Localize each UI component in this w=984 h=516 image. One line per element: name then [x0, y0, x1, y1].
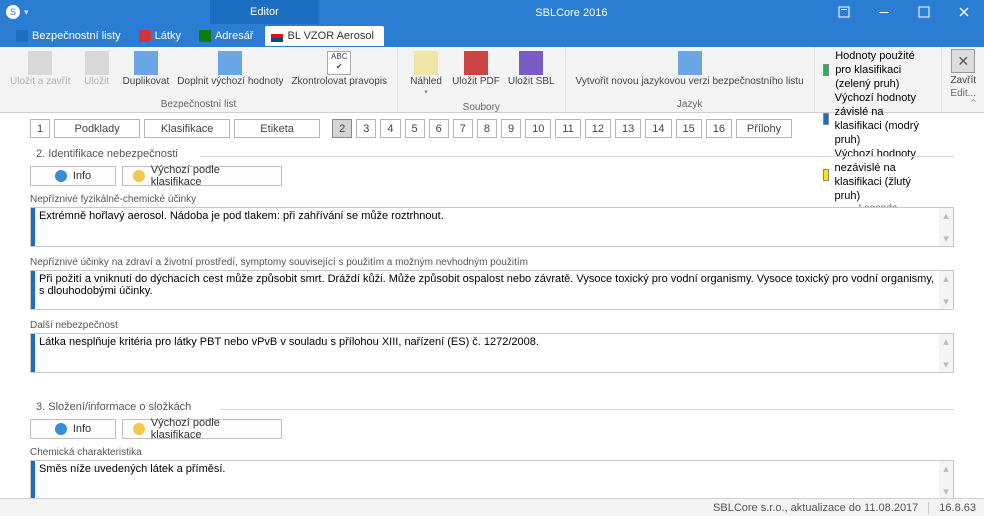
window-help-button[interactable] — [824, 0, 864, 24]
save-icon — [85, 51, 109, 75]
nav-page-9[interactable]: 9 — [501, 119, 521, 138]
subtab-latky[interactable]: Látky — [133, 26, 191, 46]
status-bar: SBLCore s.r.o., aktualizace do 11.08.201… — [0, 498, 984, 516]
subtab-bl-vzor-aerosol[interactable]: BL VZOR Aerosol — [265, 26, 383, 46]
field-health-env-input[interactable] — [35, 271, 939, 309]
field-chem-char: Chemická charakteristika ▴▾ — [30, 447, 954, 498]
app-title: SBLCore 2016 — [319, 5, 824, 19]
section-2-heading: 2. Identifikace nebezpečnosti — [30, 148, 954, 160]
nav-page-13[interactable]: 13 — [615, 119, 641, 138]
legend-text: Hodnoty použité pro klasifikaci (zelený … — [835, 49, 933, 91]
group-label-soubory: Soubory — [398, 102, 564, 115]
nav-page-8[interactable]: 8 — [477, 119, 497, 138]
app-icon: S — [6, 5, 20, 19]
legend-swatch-blue — [823, 113, 829, 125]
nav-page-14[interactable]: 14 — [645, 119, 671, 138]
group-label-jazyk: Jazyk — [566, 99, 814, 112]
status-text: SBLCore s.r.o., aktualizace do 11.08.201… — [713, 502, 918, 514]
fill-icon — [218, 51, 242, 75]
save-close-icon — [28, 51, 52, 75]
ribbon: Uložit a zavřít Uložit Duplikovat Doplni… — [0, 47, 984, 113]
field-health-env: Nepříznivé účinky na zdraví a životní pr… — [30, 257, 954, 310]
doc-icon — [139, 30, 151, 42]
scroll-icon[interactable]: ▴▾ — [939, 334, 953, 372]
group-label-bl: Bezpečnostní list — [0, 99, 397, 112]
save-button[interactable]: Uložit — [75, 49, 119, 89]
nav-page-10[interactable]: 10 — [525, 119, 551, 138]
nav-klasifikace[interactable]: Klasifikace — [144, 119, 230, 138]
status-version: 16.8.63 — [939, 502, 976, 514]
scroll-icon[interactable]: ▴▾ — [939, 208, 953, 246]
ribbon-collapse-icon[interactable]: ⌃ — [969, 97, 978, 110]
legend-swatch-green — [823, 64, 830, 76]
field-phys-chem: Nepříznivé fyzikálně-chemické účinky ▴▾ — [30, 194, 954, 247]
pdf-icon — [464, 51, 488, 75]
info-button-3[interactable]: Info — [30, 419, 116, 439]
new-language-button[interactable]: Vytvořit novou jazykovou verzi bezpečnos… — [572, 49, 808, 89]
field-label: Nepříznivé fyzikálně-chemické účinky — [30, 194, 954, 205]
nav-page-3[interactable]: 3 — [356, 119, 376, 138]
duplicate-button[interactable]: Duplikovat — [119, 49, 174, 89]
field-phys-chem-input[interactable] — [35, 208, 939, 246]
nav-page-4[interactable]: 4 — [380, 119, 400, 138]
nav-page-15[interactable]: 15 — [676, 119, 702, 138]
window-minimize-button[interactable] — [864, 0, 904, 24]
legend-text: Výchozí hodnoty závislé na klasifikaci (… — [835, 91, 934, 147]
nav-page-16[interactable]: 16 — [706, 119, 732, 138]
duplicate-icon — [134, 51, 158, 75]
language-icon — [678, 51, 702, 75]
save-close-button[interactable]: Uložit a zavřít — [6, 49, 75, 89]
subtab-adresar[interactable]: Adresář — [193, 26, 264, 46]
close-editor-button[interactable]: ✕ — [951, 49, 975, 73]
nav-page-5[interactable]: 5 — [405, 119, 425, 138]
close-label: Zavřít — [950, 75, 976, 86]
nav-page-7[interactable]: 7 — [453, 119, 473, 138]
document-tabs: Bezpečnostní listy Látky Adresář BL VZOR… — [0, 24, 984, 46]
info-button[interactable]: Info — [30, 166, 116, 186]
field-label: Chemická charakteristika — [30, 447, 954, 458]
tab-editor[interactable]: Editor — [210, 0, 319, 24]
nav-etiketa[interactable]: Etiketa — [234, 119, 320, 138]
nav-page-6[interactable]: 6 — [429, 119, 449, 138]
spellcheck-icon: ABC✔ — [327, 51, 351, 75]
spellcheck-button[interactable]: ABC✔Zkontrolovat pravopis — [287, 49, 391, 89]
info-icon — [55, 423, 67, 435]
save-sbl-button[interactable]: Uložit SBL — [504, 49, 559, 89]
nav-prilohy[interactable]: Přílohy — [736, 119, 792, 138]
doc-icon — [16, 30, 28, 42]
default-by-classification-button[interactable]: Výchozí podle klasifikace — [122, 166, 282, 186]
field-label: Nepříznivé účinky na zdraví a životní pr… — [30, 257, 954, 268]
sbl-icon — [519, 51, 543, 75]
title-bar: S ▾ Editor SBLCore 2016 — [0, 0, 984, 24]
content-area: 2. Identifikace nebezpečnosti Info Výcho… — [0, 144, 984, 498]
qat-down-icon[interactable]: ▾ — [24, 7, 29, 18]
flag-cz-icon — [271, 30, 283, 42]
window-close-button[interactable] — [944, 0, 984, 24]
scroll-icon[interactable]: ▴▾ — [939, 271, 953, 309]
bulb-icon — [133, 170, 145, 182]
nav-page-11[interactable]: 11 — [555, 119, 580, 138]
default-by-classification-button-3[interactable]: Výchozí podle klasifikace — [122, 419, 282, 439]
fill-defaults-button[interactable]: Doplnit výchozí hodnoty — [173, 49, 287, 89]
save-pdf-button[interactable]: Uložit PDF — [448, 49, 504, 89]
preview-icon — [414, 51, 438, 75]
field-other-hazard: Další nebezpečnost ▴▾ — [30, 320, 954, 373]
field-label: Další nebezpečnost — [30, 320, 954, 331]
nav-1[interactable]: 1 — [30, 119, 50, 138]
scroll-icon[interactable]: ▴▾ — [939, 461, 953, 498]
nav-page-12[interactable]: 12 — [585, 119, 611, 138]
bulb-icon — [133, 423, 145, 435]
doc-icon — [199, 30, 211, 42]
nav-page-2[interactable]: 2 — [332, 119, 352, 138]
info-icon — [55, 170, 67, 182]
field-other-hazard-input[interactable] — [35, 334, 939, 372]
section-3-heading: 3. Složení/informace o složkách — [30, 401, 954, 413]
window-maximize-button[interactable] — [904, 0, 944, 24]
preview-button[interactable]: Náhled▾ — [404, 49, 448, 100]
field-chem-char-input[interactable] — [35, 461, 939, 498]
nav-podklady[interactable]: Podklady — [54, 119, 140, 138]
subtab-bezpecnostni-listy[interactable]: Bezpečnostní listy — [10, 26, 131, 46]
